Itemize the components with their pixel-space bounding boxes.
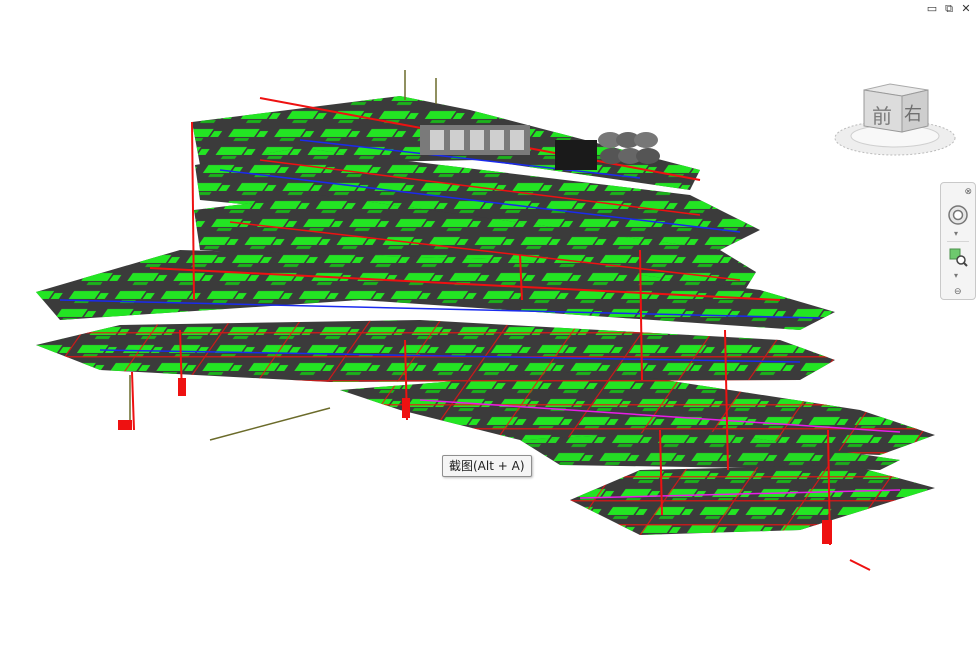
viewcube-graphic [834, 83, 956, 156]
navigation-bar-minimize-button[interactable]: ⊖ [954, 286, 962, 297]
screenshot-tooltip: 截图(Alt + A) [442, 455, 532, 477]
minimize-view-button[interactable]: ▭ [925, 2, 939, 16]
zoom-region-icon [949, 248, 968, 267]
building-model [36, 70, 935, 571]
zoom-dropdown-caret[interactable]: ▾ [954, 271, 958, 280]
floor-slab-8 [570, 465, 935, 535]
status-bar [0, 644, 979, 648]
steering-wheel-button[interactable] [946, 203, 970, 227]
viewcube[interactable]: 前 右 [832, 76, 958, 160]
steering-wheel-icon [948, 205, 968, 225]
zoom-region-button[interactable] [946, 245, 970, 269]
steering-wheel-dropdown-caret[interactable]: ▾ [954, 229, 958, 238]
viewcube-right-face[interactable]: 右 [904, 100, 922, 126]
close-view-button[interactable]: ✕ [959, 2, 973, 16]
restore-view-button[interactable]: ⧉ [942, 2, 956, 16]
navigation-bar: ⊗ ▾ ▾ ⊖ [940, 182, 976, 300]
viewcube-front-face[interactable]: 前 [872, 100, 892, 129]
floor-slab-5 [36, 320, 835, 382]
navigation-bar-close-button[interactable]: ⊗ [964, 186, 972, 197]
